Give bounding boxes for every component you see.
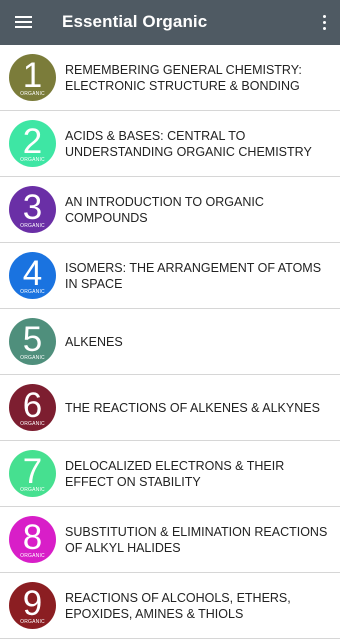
chapter-item-5[interactable]: 5 ORGANIC ALKENES [0,309,340,375]
more-vertical-icon[interactable] [318,12,330,32]
chapter-number: 8 [22,518,43,557]
overflow-dot [322,26,326,30]
chapter-badge: 8 ORGANIC [9,516,56,563]
chapter-item-2[interactable]: 2 ORGANIC ACIDS & BASES: CENTRAL TO UNDE… [0,111,340,177]
chapter-item-6[interactable]: 6 ORGANIC THE REACTIONS OF ALKENES & ALK… [0,375,340,441]
badge-subtitle: ORGANIC [20,289,45,295]
chapter-item-1[interactable]: 1 ORGANIC REMEMBERING GENERAL CHEMISTRY:… [0,45,340,111]
badge-subtitle: ORGANIC [20,421,45,427]
chapter-number: 1 [22,56,43,95]
chapter-item-7[interactable]: 7 ORGANIC DELOCALIZED ELECTRONS & THEIR … [0,441,340,507]
chapter-number: 3 [22,188,43,227]
app-bar: Essential Organic [0,0,340,45]
chapter-title: REACTIONS OF ALCOHOLS, ETHERS, EPOXIDES,… [65,590,291,621]
app-title: Essential Organic [62,12,208,31]
chapter-title: ISOMERS: THE ARRANGEMENT OF ATOMS IN SPA… [65,260,322,291]
chapter-badge: 1 ORGANIC [9,54,56,101]
chapter-number: 9 [22,584,43,623]
chapter-badge: 2 ORGANIC [9,120,56,167]
hamburger-menu-icon[interactable] [12,12,36,32]
chapter-item-3[interactable]: 3 ORGANIC AN INTRODUCTION TO ORGANIC COM… [0,177,340,243]
chapter-title: ALKENES [65,334,123,349]
badge-subtitle: ORGANIC [20,487,45,493]
chapter-title: AN INTRODUCTION TO ORGANIC COMPOUNDS [65,194,264,225]
chapter-number: 6 [22,386,43,425]
menu-line [15,21,32,23]
chapter-title: REMEMBERING GENERAL CHEMISTRY: ELECTRONI… [65,62,302,93]
badge-subtitle: ORGANIC [20,553,45,559]
badge-subtitle: ORGANIC [20,355,45,361]
chapter-title: DELOCALIZED ELECTRONS & THEIR EFFECT ON … [65,458,285,489]
badge-subtitle: ORGANIC [20,157,45,163]
overflow-dot [322,14,326,18]
badge-subtitle: ORGANIC [20,91,45,97]
chapter-list: 1 ORGANIC REMEMBERING GENERAL CHEMISTRY:… [0,45,340,639]
chapter-item-4[interactable]: 4 ORGANIC ISOMERS: THE ARRANGEMENT OF AT… [0,243,340,309]
menu-line [15,16,32,18]
chapter-title: THE REACTIONS OF ALKENES & ALKYNES [65,400,320,415]
chapter-number: 4 [22,254,43,293]
overflow-dot [322,20,326,24]
chapter-badge: 7 ORGANIC [9,450,56,497]
chapter-title: ACIDS & BASES: CENTRAL TO UNDERSTANDING … [65,128,312,159]
chapter-number: 7 [22,452,43,491]
chapter-number: 5 [22,320,43,359]
chapter-badge: 3 ORGANIC [9,186,56,233]
badge-subtitle: ORGANIC [20,223,45,229]
chapter-badge: 5 ORGANIC [9,318,56,365]
chapter-item-9[interactable]: 9 ORGANIC REACTIONS OF ALCOHOLS, ETHERS,… [0,573,340,639]
chapter-title: SUBSTITUTION & ELIMINATION REACTIONS OF … [65,524,328,555]
badge-subtitle: ORGANIC [20,619,45,625]
chapter-number: 2 [22,122,43,161]
chapter-item-8[interactable]: 8 ORGANIC SUBSTITUTION & ELIMINATION REA… [0,507,340,573]
menu-line [15,26,32,28]
chapter-badge: 4 ORGANIC [9,252,56,299]
chapter-badge: 9 ORGANIC [9,582,56,629]
chapter-badge: 6 ORGANIC [9,384,56,431]
